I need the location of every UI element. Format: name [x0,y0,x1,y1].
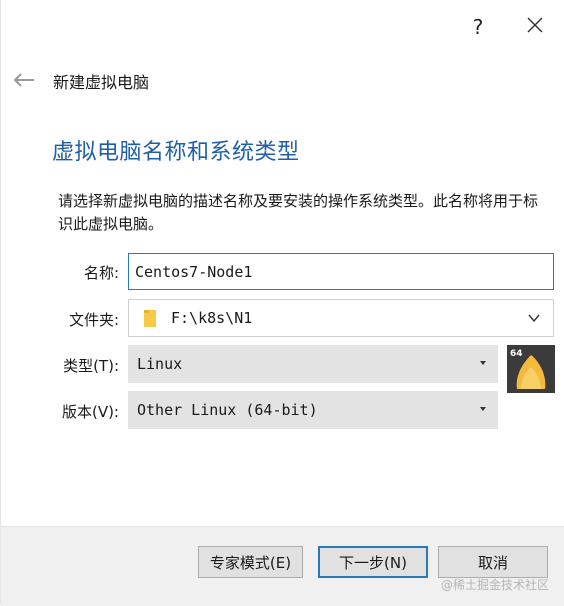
cancel-button[interactable]: 取消 [438,546,548,578]
version-select[interactable]: Other Linux (64-bit) [128,391,498,429]
folder-path: F:\k8s\N1 [171,309,253,327]
page-description: 请选择新虚拟电脑的描述名称及要安装的操作系统类型。此名称将用于标识此虚拟电脑。 [58,192,539,233]
close-icon [526,16,544,38]
type-value: Linux [137,355,183,373]
type-select[interactable]: Linux [128,345,498,383]
new-vm-dialog: ? 新建虚拟电脑 虚拟电脑名称和系统类型 请选择新虚拟电脑的描述名称及要安装的操… [0,0,564,606]
wizard-header: 新建虚拟电脑 [11,66,149,96]
type-label: 类型(T): [63,357,119,375]
dialog-footer: 专家模式(E) 下一步(N) 取消 @稀土掘金技术社区 [1,526,564,606]
chevron-down-icon [527,311,541,325]
close-button[interactable] [520,12,550,42]
titlebar-controls: ? [466,12,550,42]
name-label: 名称: [83,264,119,282]
page-title: 虚拟电脑名称和系统类型 [52,140,300,165]
folder-select[interactable]: F:\k8s\N1 [128,299,554,337]
linux-64-icon: 64 [507,345,555,393]
expert-mode-button[interactable]: 专家模式(E) [198,546,303,578]
watermark: @稀土掘金技术社区 [440,578,549,592]
back-button[interactable] [11,66,37,96]
name-input[interactable] [128,253,554,290]
version-value: Other Linux (64-bit) [137,401,318,419]
dropdown-arrow-icon [480,407,486,411]
help-button[interactable]: ? [466,12,490,42]
folder-icon [143,308,157,328]
wizard-title: 新建虚拟电脑 [53,73,150,92]
version-label: 版本(V): [61,403,119,421]
arrow-left-icon [13,72,35,91]
next-button[interactable]: 下一步(N) [318,546,428,578]
os-badge: 64 [510,349,523,359]
dropdown-arrow-icon [480,361,486,365]
folder-label: 文件夹: [68,311,119,329]
